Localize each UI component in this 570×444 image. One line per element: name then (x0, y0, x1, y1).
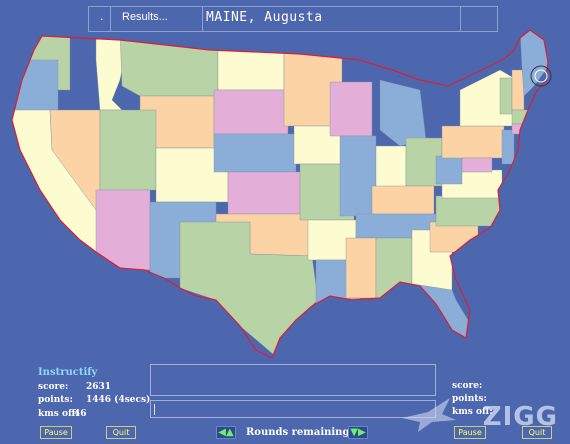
state-pennsylvania[interactable] (441, 125, 505, 159)
left-kms-row: kms off:46 (38, 409, 87, 419)
brand-name: Instructify (38, 367, 98, 378)
us-map[interactable] (0, 30, 570, 360)
state-west-virginia[interactable] (435, 155, 463, 185)
left-arrow-icon: ◀▲ (218, 427, 234, 438)
left-quit-button[interactable]: Quit (106, 426, 136, 439)
state-kansas[interactable] (227, 171, 309, 215)
right-arrow-icon: ▼▶ (350, 427, 366, 438)
state-wisconsin[interactable] (329, 81, 373, 137)
question-text: MAINE, Augusta (206, 10, 323, 25)
state-new-hampshire[interactable] (511, 69, 525, 111)
state-vermont[interactable] (499, 77, 513, 115)
menu-dot: . (100, 10, 104, 23)
zigg-watermark: ZIGG (398, 392, 568, 440)
left-arrow-button[interactable]: ◀▲ (216, 426, 236, 439)
left-pause-button[interactable]: Pause (40, 426, 72, 439)
state-massachusetts[interactable] (511, 109, 547, 125)
left-score-label: score: (38, 382, 69, 392)
right-score-label: score: (452, 381, 483, 391)
answer-input[interactable] (150, 400, 436, 418)
state-utah[interactable] (99, 109, 157, 191)
state-florida[interactable] (399, 281, 469, 341)
state-illinois[interactable] (339, 135, 377, 217)
state-south-carolina[interactable] (429, 221, 479, 253)
left-kms-value: 46 (74, 409, 87, 419)
left-score-row: score: 2631 (38, 382, 111, 392)
results-button[interactable]: Results... (122, 11, 168, 23)
state-maine[interactable] (519, 30, 550, 97)
state-north-dakota[interactable] (217, 30, 285, 91)
left-score-value: 2631 (86, 382, 112, 392)
state-south-dakota[interactable] (213, 89, 289, 135)
left-kms-label: kms off: (38, 409, 79, 419)
right-arrow-button[interactable]: ▼▶ (348, 426, 368, 439)
message-box (150, 364, 436, 396)
state-oregon[interactable] (0, 59, 59, 116)
left-points-label: points: (38, 395, 73, 405)
state-maryland[interactable] (461, 157, 493, 173)
state-kentucky[interactable] (371, 185, 435, 215)
rounds-remaining: Rounds remaining: 7 (246, 427, 364, 438)
state-mississippi[interactable] (345, 237, 377, 299)
left-points-value: 1446 (4secs) (86, 395, 151, 405)
watermark-text: ZIGG (482, 402, 558, 432)
state-montana[interactable] (119, 30, 219, 97)
left-points-row: points: 1446 (4secs) (38, 395, 150, 405)
state-north-carolina[interactable] (435, 195, 507, 227)
state-new-jersey[interactable] (501, 129, 515, 165)
state-nebraska[interactable] (213, 133, 297, 173)
zigg-logo-icon (402, 398, 456, 432)
state-alabama[interactable] (375, 237, 413, 301)
state-michigan[interactable] (379, 79, 427, 147)
left-score-panel: Instructify score: 2631 points: 1446 (4sec… (38, 367, 150, 419)
